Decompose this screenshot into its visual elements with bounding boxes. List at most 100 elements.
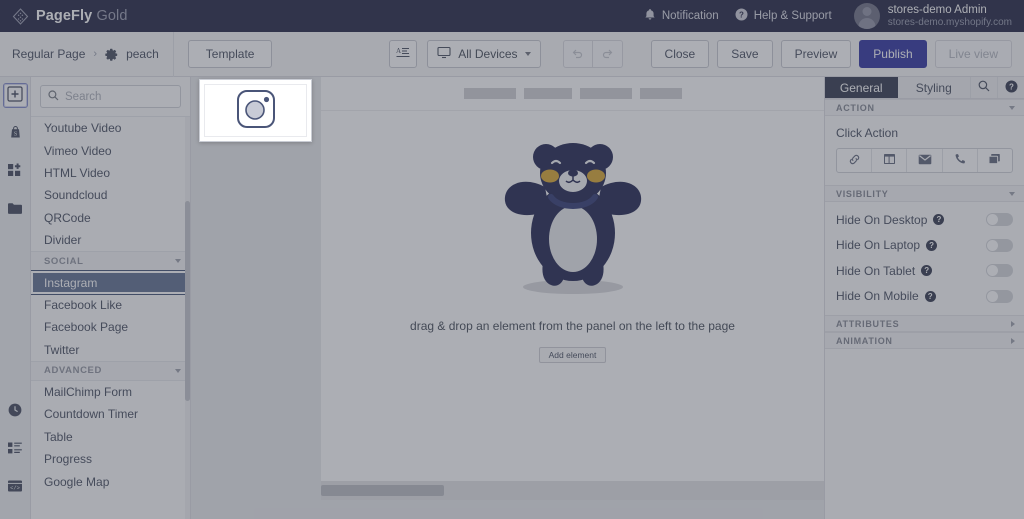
close-button[interactable]: Close [650, 40, 710, 68]
section-header-visibility[interactable]: VISIBILITY [825, 185, 1024, 202]
action-link-button[interactable] [837, 149, 873, 172]
visibility-toggle[interactable] [986, 238, 1013, 252]
element-item[interactable]: QRCode [31, 207, 190, 229]
question-circle-icon[interactable]: ? [933, 214, 945, 226]
chevron-right-icon [1011, 320, 1015, 327]
action-section-body: Click Action [825, 116, 1024, 185]
question-circle-icon[interactable]: ? [924, 290, 936, 302]
element-item[interactable]: Vimeo Video [31, 139, 190, 161]
chevron-right-icon [1011, 337, 1015, 344]
add-element-button[interactable]: Add element [538, 347, 607, 363]
section-header-animation[interactable]: ANIMATION [825, 332, 1024, 349]
user-name: stores-demo Admin [887, 3, 987, 16]
breadcrumb-page-name[interactable]: peach [126, 47, 159, 61]
page-layout-icon [883, 153, 896, 168]
rail-item-add-element[interactable] [2, 83, 28, 108]
visibility-toggle[interactable] [986, 264, 1013, 278]
gear-icon[interactable] [105, 48, 118, 61]
action-email-button[interactable] [907, 149, 943, 172]
section-header-attributes[interactable]: ATTRIBUTES [825, 315, 1024, 332]
chevron-down-icon [1009, 105, 1015, 110]
elements-grid-icon [7, 162, 23, 181]
section-animation-label: ANIMATION [836, 335, 893, 346]
element-item[interactable]: HTML Video [31, 162, 190, 184]
text-format-button[interactable]: A [389, 40, 418, 68]
canvas-horizontal-scrollbar[interactable] [321, 481, 824, 500]
notification-button[interactable]: Notification [644, 8, 719, 24]
tab-styling[interactable]: Styling [897, 77, 970, 98]
element-item[interactable]: Twitter [31, 339, 190, 361]
element-item[interactable]: Countdown Timer [31, 403, 190, 425]
settings-search-button[interactable] [970, 77, 997, 98]
element-group-header[interactable]: SOCIAL [31, 251, 190, 272]
visibility-section-body: Hide On Desktop? Hide On Laptop? Hide On T… [825, 202, 1024, 315]
click-action-buttons [836, 148, 1013, 173]
device-selector[interactable]: All Devices [427, 40, 541, 68]
svg-text:S: S [13, 131, 16, 137]
toolbar-center-controls: A All Devices Close Save Preview Publish… [389, 40, 1024, 68]
search-input[interactable] [65, 90, 173, 103]
popup-copy-icon [988, 153, 1001, 168]
help-support-button[interactable]: ? Help & Support [735, 8, 832, 24]
settings-panel: General Styling ? ACTION Click Action VI… [824, 77, 1024, 519]
user-info: stores-demo Admin stores-demo.myshopify.… [888, 3, 1012, 30]
action-page-layout-button[interactable] [872, 149, 908, 172]
publish-button[interactable]: Publish [859, 40, 927, 68]
breadcrumb-root[interactable]: Regular Page [12, 47, 85, 61]
element-item[interactable]: Facebook Like [31, 294, 190, 316]
canvas-area: drag & drop an element from the panel on… [191, 77, 824, 519]
preview-button[interactable]: Preview [780, 40, 852, 68]
section-visibility-label: VISIBILITY [836, 188, 889, 199]
element-item[interactable]: Divider [31, 229, 190, 251]
rail-item-library[interactable] [3, 197, 28, 222]
rail-item-shopify[interactable]: S [3, 121, 28, 146]
element-group-header[interactable]: ADVANCED [31, 360, 190, 381]
question-circle-icon[interactable]: ? [921, 265, 933, 277]
live-view-button[interactable]: Live view [934, 40, 1012, 68]
drag-preview-card [199, 79, 312, 142]
undo-redo-group [562, 40, 623, 68]
rail-item-history[interactable] [3, 399, 28, 424]
question-circle-icon[interactable]: ? [926, 239, 938, 251]
element-item[interactable]: Facebook Page [31, 316, 190, 338]
rail-item-layers[interactable] [3, 437, 28, 462]
canvas-scroll-thumb[interactable] [321, 485, 444, 496]
redo-icon [601, 46, 614, 62]
element-item-selected[interactable]: Instagram [31, 271, 190, 294]
element-list-scrollbar[interactable] [185, 117, 190, 519]
action-popup-button[interactable] [978, 149, 1012, 172]
add-element-icon [7, 86, 23, 105]
element-item[interactable]: Soundcloud [31, 184, 190, 206]
undo-icon [571, 46, 584, 62]
user-menu[interactable]: stores-demo Admin stores-demo.myshopify.… [853, 3, 1012, 30]
save-button[interactable]: Save [717, 40, 773, 68]
section-header-action[interactable]: ACTION [825, 99, 1024, 116]
element-item[interactable]: MailChimp Form [31, 381, 190, 403]
element-item[interactable]: Table [31, 426, 190, 448]
tab-general[interactable]: General [825, 77, 898, 98]
element-item[interactable]: Progress [31, 448, 190, 470]
template-button[interactable]: Template [187, 40, 273, 68]
drag-preview-inner [204, 84, 307, 137]
visibility-toggle[interactable] [986, 213, 1013, 227]
empty-state-text: drag & drop an element from the panel on… [410, 319, 735, 333]
device-label: All Devices [458, 47, 518, 61]
link-icon [848, 153, 861, 169]
rail-item-custom-code[interactable]: </> [3, 475, 28, 500]
element-list[interactable]: Youtube Video Vimeo Video HTML Video Soundc… [31, 117, 190, 519]
canvas-page[interactable]: drag & drop an element from the panel on… [321, 77, 824, 500]
settings-help-button[interactable]: ? [997, 77, 1024, 98]
visibility-toggle[interactable] [986, 289, 1013, 303]
redo-button[interactable] [592, 40, 623, 68]
rail-item-elements[interactable] [3, 159, 28, 184]
action-phone-button[interactable] [943, 149, 978, 172]
element-item[interactable]: Google Map [31, 470, 190, 492]
layers-list-icon [7, 441, 23, 458]
breadcrumb: Regular Page › peach [0, 47, 159, 61]
element-group-label: SOCIAL [44, 255, 84, 267]
undo-button[interactable] [562, 40, 593, 68]
element-list-scroll-thumb[interactable] [185, 201, 190, 401]
element-item[interactable]: Youtube Video [31, 117, 190, 139]
search-box[interactable] [40, 85, 181, 108]
brand[interactable]: PageFly Gold [0, 7, 127, 25]
